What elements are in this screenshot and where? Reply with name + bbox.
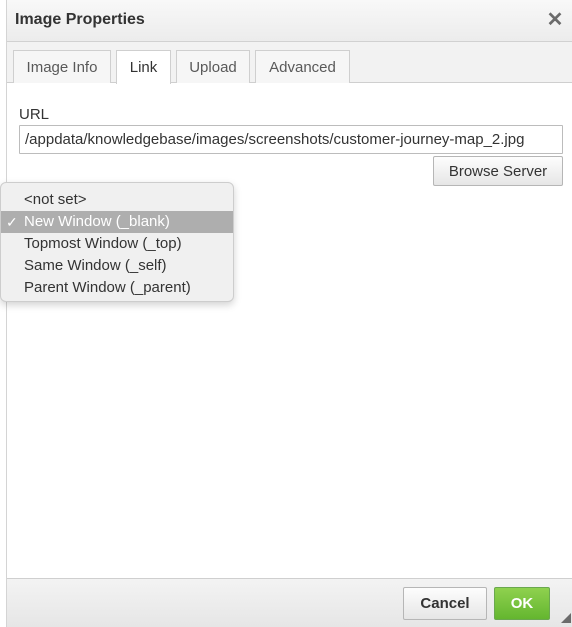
target-option-topmost-window[interactable]: Topmost Window (_top) — [1, 233, 233, 255]
dialog-titlebar[interactable]: Image Properties ✕ — [7, 0, 572, 42]
tab-upload[interactable]: Upload — [176, 50, 250, 83]
target-option-not-set[interactable]: <not set> — [1, 189, 233, 211]
tab-image-info[interactable]: Image Info — [13, 50, 111, 83]
image-properties-dialog: Image Properties ✕ Image Info Link Uploa… — [6, 0, 572, 627]
url-label: URL — [19, 106, 50, 123]
tab-link[interactable]: Link — [116, 50, 171, 84]
cancel-button[interactable]: Cancel — [403, 587, 487, 620]
tab-bar: Image Info Link Upload Advanced — [7, 42, 572, 84]
checkmark-icon: ✓ — [6, 214, 18, 230]
target-dropdown-menu: <not set> ✓ New Window (_blank) Topmost … — [0, 182, 234, 302]
resize-grip-icon[interactable] — [561, 613, 571, 623]
target-option-new-window[interactable]: ✓ New Window (_blank) — [1, 211, 233, 233]
tab-advanced[interactable]: Advanced — [255, 50, 350, 83]
close-icon[interactable]: ✕ — [545, 9, 565, 31]
browse-server-button[interactable]: Browse Server — [433, 156, 563, 186]
url-input[interactable] — [19, 125, 563, 154]
dialog-footer: Cancel OK — [7, 578, 572, 627]
target-option-parent-window[interactable]: Parent Window (_parent) — [1, 277, 233, 299]
dialog-title: Image Properties — [15, 11, 145, 28]
target-option-label: New Window (_blank) — [24, 213, 170, 230]
ok-button[interactable]: OK — [494, 587, 550, 620]
target-option-same-window[interactable]: Same Window (_self) — [1, 255, 233, 277]
